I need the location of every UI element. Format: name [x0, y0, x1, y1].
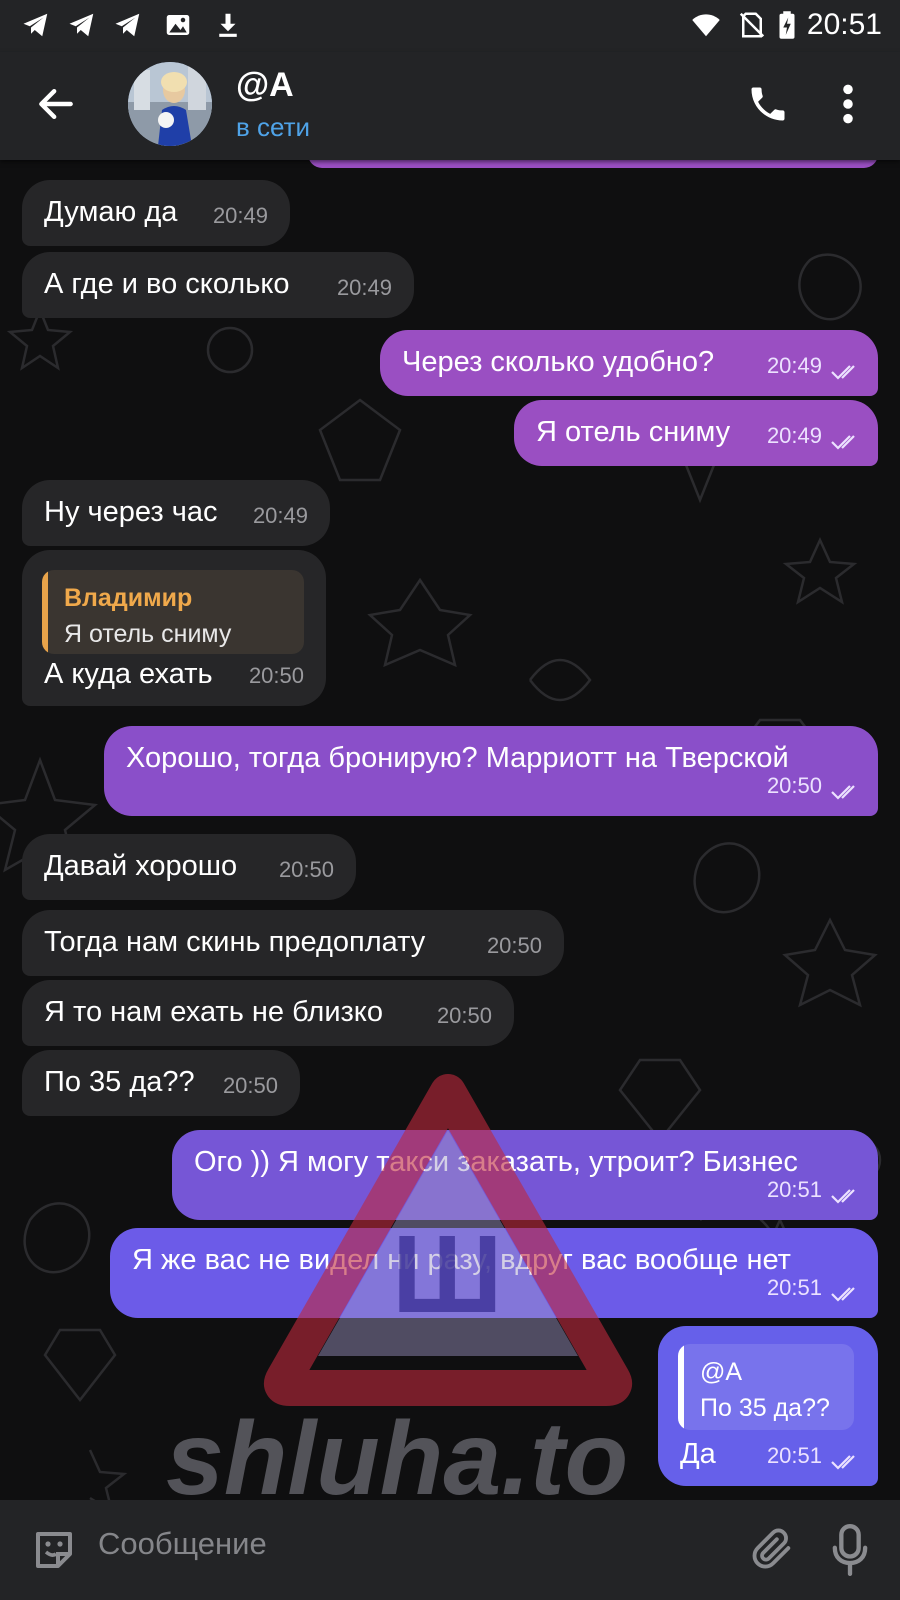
sticker-icon[interactable]: [30, 1526, 78, 1574]
message-time: 20:50: [222, 1073, 278, 1098]
phone-icon[interactable]: [746, 82, 790, 126]
message-time: 20:50: [766, 773, 822, 798]
message-text: Я отель сниму: [536, 416, 731, 448]
back-arrow-icon[interactable]: [34, 82, 78, 126]
message-incoming[interactable]: Думаю да 20:49: [22, 180, 290, 246]
reply-bar: [42, 570, 48, 654]
message-text: Ну через час: [44, 496, 218, 528]
reply-author: @A: [700, 1358, 743, 1386]
message-time: 20:49: [252, 503, 308, 528]
message-outgoing[interactable]: Хорошо, тогда бронирую? Марриотт на Твер…: [104, 726, 878, 816]
message-incoming[interactable]: Тогда нам скинь предоплату 20:50: [22, 910, 564, 976]
message-incoming[interactable]: Ну через час 20:49: [22, 480, 330, 546]
message-time: 20:49: [212, 203, 268, 228]
message-time: 20:51: [766, 1443, 822, 1468]
read-ticks-icon: [831, 1189, 855, 1204]
message-text: Тогда нам скинь предоплату: [44, 926, 426, 958]
telegram-icon: [69, 13, 94, 37]
download-icon: [219, 13, 237, 37]
telegram-icon: [115, 13, 140, 37]
reply-quote[interactable]: @A По 35 да??: [678, 1344, 854, 1430]
message-outgoing[interactable]: Ого )) Я могу такси заказать, утроит? Би…: [172, 1130, 878, 1220]
message-time: 20:50: [486, 933, 542, 958]
message-text: Ого )) Я могу такси заказать, утроит? Би…: [194, 1146, 798, 1178]
message-text: Да: [680, 1438, 716, 1470]
message-time: 20:49: [766, 423, 822, 448]
message-time: 20:50: [248, 663, 304, 688]
message-incoming[interactable]: Давай хорошо 20:50: [22, 834, 356, 900]
read-ticks-icon: [831, 435, 855, 450]
chat-header: @A в сети: [0, 52, 900, 160]
avatar[interactable]: [128, 62, 212, 146]
message-time: 20:50: [278, 857, 334, 882]
reply-author: Владимир: [64, 584, 193, 612]
message-composer: Сообщение: [0, 1500, 900, 1600]
contact-name[interactable]: @A: [236, 66, 294, 105]
paperclip-icon[interactable]: [750, 1526, 796, 1574]
reply-text: Я отель сниму: [64, 620, 232, 648]
message-input[interactable]: Сообщение: [98, 1526, 267, 1562]
message-time: 20:51: [766, 1275, 822, 1300]
telegram-icon: [23, 13, 48, 37]
message-outgoing[interactable]: Я же вас не видел ни разу, вдруг вас воо…: [110, 1228, 878, 1318]
battery-charging-icon: [779, 11, 795, 39]
read-ticks-icon: [831, 365, 855, 380]
contact-status: в сети: [236, 112, 311, 142]
reply-quote[interactable]: Владимир Я отель сниму: [42, 570, 304, 654]
message-outgoing[interactable]: Я отель сниму 20:49: [514, 400, 878, 466]
wifi-icon: [692, 14, 720, 37]
message-text: Я то нам ехать не близко: [44, 996, 383, 1028]
read-ticks-icon: [831, 1287, 855, 1302]
message-text: А где и во сколько: [44, 268, 290, 300]
message-incoming-reply[interactable]: Владимир Я отель сниму А куда ехать 20:5…: [22, 550, 326, 706]
more-vertical-icon[interactable]: [836, 82, 860, 126]
message-text: Хорошо, тогда бронирую? Марриотт на Твер…: [126, 742, 789, 774]
status-bar: 20:51: [0, 0, 900, 52]
no-sim-icon: [739, 12, 765, 38]
message-text: А куда ехать: [44, 658, 213, 690]
image-icon: [166, 15, 190, 35]
read-ticks-icon: [831, 1455, 855, 1470]
message-time: 20:49: [336, 275, 392, 300]
reply-text: По 35 да??: [700, 1394, 830, 1422]
message-text: Давай хорошо: [44, 850, 238, 882]
message-time: 20:51: [766, 1177, 822, 1202]
message-text: По 35 да??: [44, 1066, 195, 1098]
message-time: 20:49: [766, 353, 822, 378]
avatar-photo: [128, 62, 212, 146]
message-incoming[interactable]: По 35 да?? 20:50: [22, 1050, 300, 1116]
message-text: Думаю да: [44, 196, 178, 228]
message-outgoing[interactable]: Через сколько удобно? 20:49: [380, 330, 878, 396]
message-time: 20:50: [436, 1003, 492, 1028]
message-outgoing-reply[interactable]: @A По 35 да?? Да 20:51: [658, 1326, 878, 1486]
message-incoming[interactable]: А где и во сколько 20:49: [22, 252, 414, 318]
message-incoming[interactable]: Я то нам ехать не близко 20:50: [22, 980, 514, 1046]
message-text: Я же вас не видел ни разу, вдруг вас воо…: [132, 1244, 791, 1276]
previous-message-edge: [308, 160, 878, 168]
reply-bar: [678, 1344, 684, 1430]
microphone-icon[interactable]: [832, 1524, 868, 1576]
message-text: Через сколько удобно?: [402, 346, 715, 378]
chat-area[interactable]: Думаю да 20:49 А где и во сколько 20:49 …: [0, 160, 900, 1500]
clock: 20:51: [806, 8, 882, 41]
read-ticks-icon: [831, 785, 855, 800]
